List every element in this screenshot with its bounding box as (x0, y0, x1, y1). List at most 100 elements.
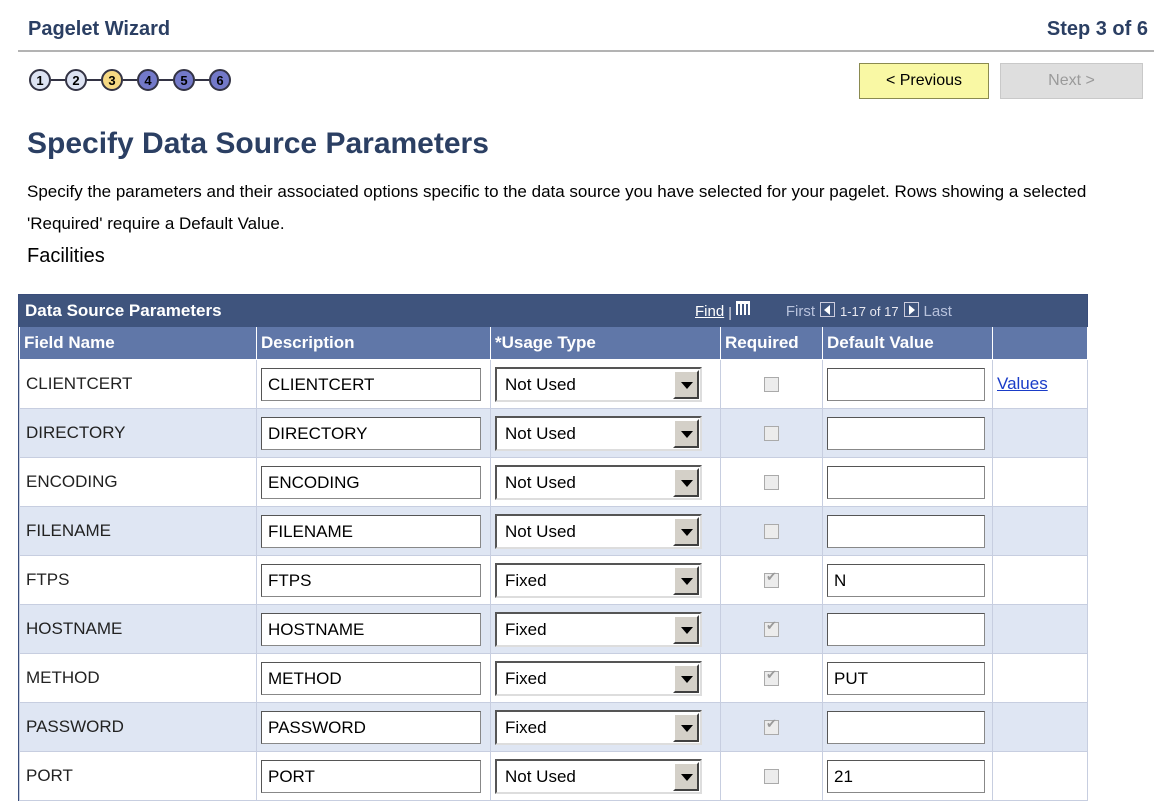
default-value-input[interactable] (827, 710, 985, 744)
description-input[interactable]: ENCODING (261, 465, 481, 499)
description-input[interactable]: DIRECTORY (261, 416, 481, 450)
field-name: ENCODING (19, 457, 257, 507)
step-connector (87, 79, 101, 81)
description-input[interactable]: FTPS (261, 563, 481, 597)
usage-type-select[interactable]: Not Used (495, 513, 702, 549)
field-name: PASSWORD (19, 702, 257, 752)
description-input[interactable]: PORT (261, 759, 481, 793)
required-checkbox-checked (764, 570, 779, 588)
dropdown-arrow-icon[interactable] (673, 467, 699, 497)
step-indicator-text: Step 3 of 6 (1046, 18, 1148, 40)
field-name: HOSTNAME (19, 604, 257, 654)
step-connector (51, 79, 65, 81)
step-connector (195, 79, 209, 81)
nav-separator: | (728, 303, 732, 320)
column-header-default-value: Default Value (822, 327, 993, 360)
dropdown-arrow-icon[interactable] (673, 418, 699, 448)
next-row-arrow-icon (903, 302, 919, 317)
description-input[interactable]: HOSTNAME (261, 612, 481, 646)
usage-type-value: Fixed (505, 668, 547, 688)
previous-button[interactable]: < Previous (859, 63, 989, 99)
usage-type-select[interactable]: Not Used (495, 758, 702, 794)
table-row: ENCODING ENCODING Not Used (19, 457, 1088, 507)
dropdown-arrow-icon[interactable] (673, 369, 699, 399)
step-2[interactable]: 2 (65, 69, 87, 91)
dropdown-arrow-icon[interactable] (673, 516, 699, 546)
grid-title: Data Source Parameters (25, 301, 222, 320)
dropdown-arrow-icon[interactable] (673, 663, 699, 693)
empty-cell (992, 408, 1088, 458)
view-all-grid-icon[interactable] (735, 300, 750, 315)
data-source-name: Facilities (27, 245, 105, 267)
usage-type-select[interactable]: Not Used (495, 415, 702, 451)
grid-header: Data Source Parameters Find | First 1-17… (19, 295, 1087, 327)
page-description: Specify the parameters and their associa… (27, 182, 1087, 233)
usage-type-select[interactable]: Not Used (495, 366, 702, 402)
default-value-input[interactable]: PUT (827, 661, 985, 695)
usage-type-select[interactable]: Fixed (495, 562, 702, 598)
default-value-input[interactable]: 21 (827, 759, 985, 793)
column-header-usage-type: *Usage Type (490, 327, 721, 360)
usage-type-select[interactable]: Fixed (495, 660, 702, 696)
field-name: METHOD (19, 653, 257, 703)
default-value-input[interactable] (827, 416, 985, 450)
grid-navigation: Find | First 1-17 of 17 Last (695, 300, 952, 320)
usage-type-value: Fixed (505, 570, 547, 590)
description-input[interactable]: CLIENTCERT (261, 367, 481, 401)
step-4: 4 (137, 69, 159, 91)
dropdown-arrow-icon[interactable] (673, 614, 699, 644)
dropdown-arrow-icon[interactable] (673, 761, 699, 791)
default-value-input[interactable] (827, 367, 985, 401)
next-button-disabled: Next > (1000, 63, 1143, 99)
empty-cell (992, 751, 1088, 801)
empty-cell (992, 506, 1088, 556)
description-input[interactable]: PASSWORD (261, 710, 481, 744)
step-connector (123, 79, 137, 81)
usage-type-value: Not Used (505, 374, 576, 394)
step-1[interactable]: 1 (29, 69, 51, 91)
previous-row-arrow-icon (820, 302, 835, 317)
table-row: FILENAME FILENAME Not Used (19, 506, 1088, 556)
usage-type-select[interactable]: Not Used (495, 464, 702, 500)
default-value-input[interactable]: N (827, 563, 985, 597)
field-name: PORT (19, 751, 257, 801)
step-5: 5 (173, 69, 195, 91)
column-header-required: Required (720, 327, 823, 360)
default-value-input[interactable] (827, 514, 985, 548)
dropdown-arrow-icon[interactable] (673, 712, 699, 742)
usage-type-select[interactable]: Fixed (495, 709, 702, 745)
dropdown-arrow-icon[interactable] (673, 565, 699, 595)
required-checkbox (764, 768, 779, 784)
row-range: 1-17 of 17 (840, 304, 899, 319)
empty-cell (992, 555, 1088, 605)
column-header-description: Description (256, 327, 491, 360)
default-value-input[interactable] (827, 612, 985, 646)
required-checkbox (764, 523, 779, 539)
field-name: FILENAME (19, 506, 257, 556)
usage-type-value: Not Used (505, 521, 576, 541)
required-checkbox-checked (764, 717, 779, 735)
find-link[interactable]: Find (695, 303, 724, 320)
table-row: PASSWORD PASSWORD Fixed (19, 702, 1088, 752)
step-6: 6 (209, 69, 231, 91)
field-name: FTPS (19, 555, 257, 605)
page-heading: Specify Data Source Parameters (27, 127, 489, 160)
default-value-input[interactable] (827, 465, 985, 499)
required-checkbox (764, 376, 779, 392)
values-link[interactable]: Values (997, 374, 1048, 393)
table-row: DIRECTORY DIRECTORY Not Used (19, 408, 1088, 458)
parameters-table: Field Name Description *Usage Type Requi… (19, 327, 1088, 801)
column-header-field-name: Field Name (19, 327, 257, 360)
usage-type-select[interactable]: Fixed (495, 611, 702, 647)
step-progress: 1 2 3 4 5 6 (29, 67, 231, 93)
table-row: PORT PORT Not Used 21 (19, 751, 1088, 801)
required-checkbox-checked (764, 668, 779, 686)
first-link: First (785, 303, 815, 320)
description-input[interactable]: METHOD (261, 661, 481, 695)
description-input[interactable]: FILENAME (261, 514, 481, 548)
usage-type-value: Not Used (505, 766, 576, 786)
last-link: Last (923, 303, 952, 320)
required-checkbox-checked (764, 619, 779, 637)
field-name: CLIENTCERT (19, 359, 257, 409)
usage-type-value: Not Used (505, 472, 576, 492)
